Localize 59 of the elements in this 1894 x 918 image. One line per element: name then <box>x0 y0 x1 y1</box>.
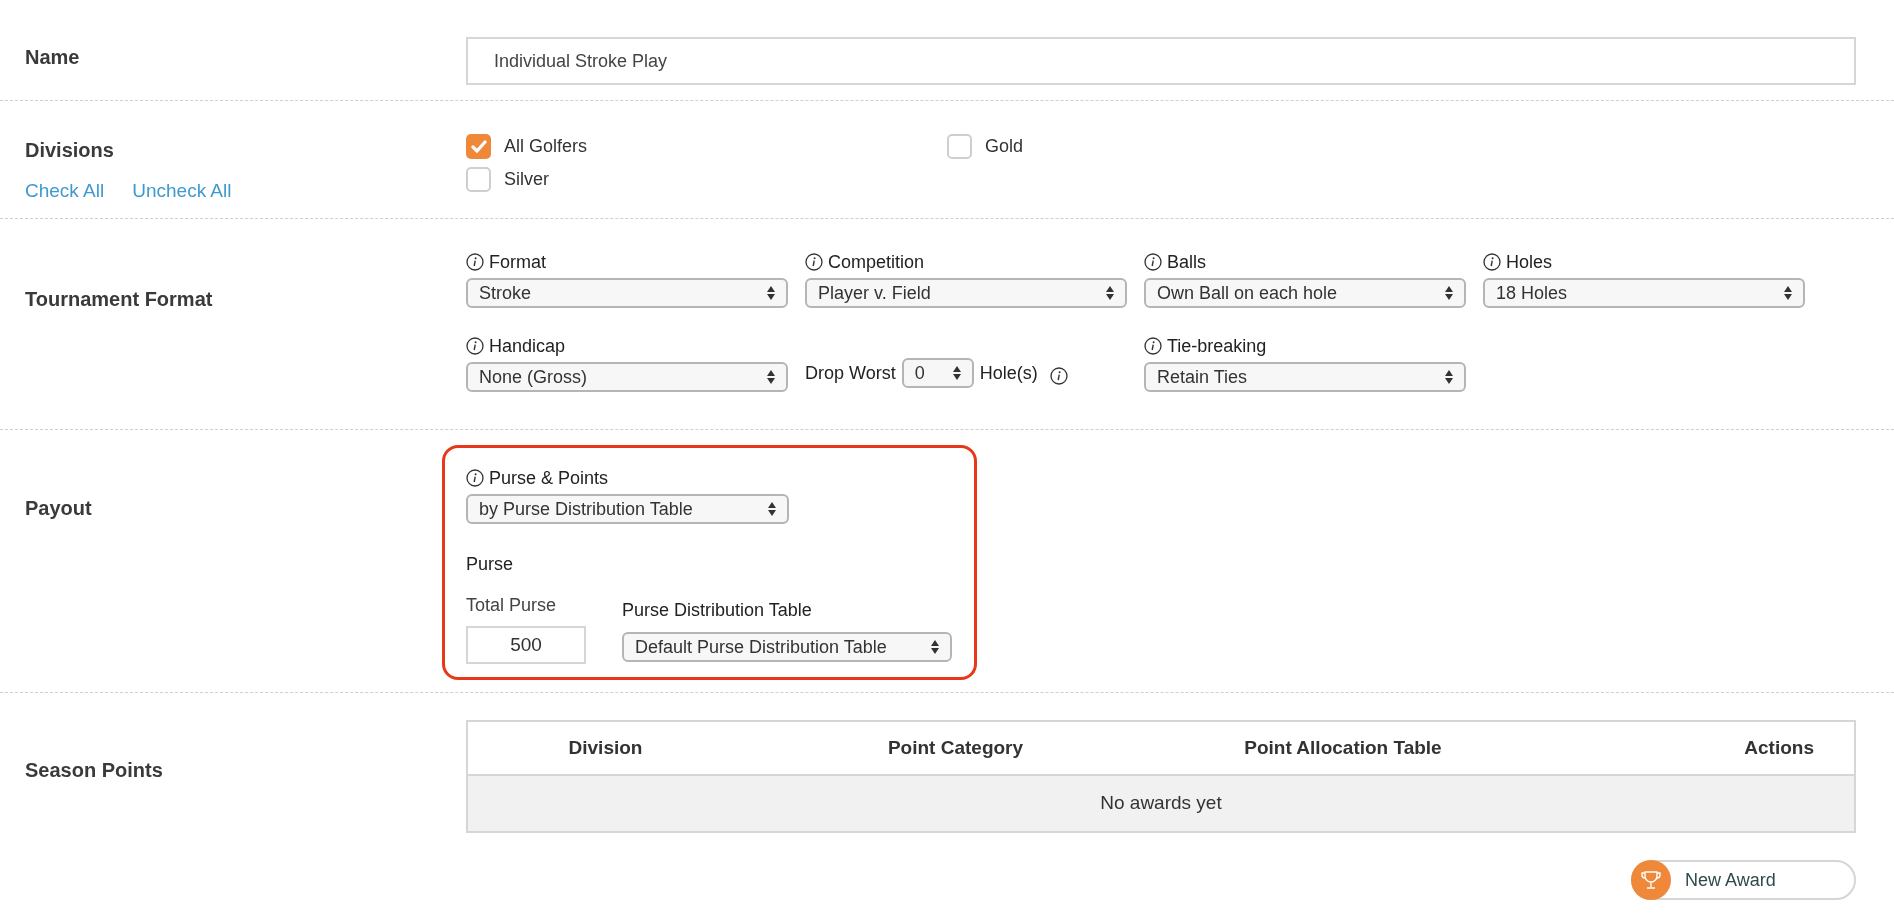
up-down-arrows-icon <box>767 501 777 517</box>
up-down-arrows-icon <box>951 365 962 381</box>
field-label: Purse Distribution Table <box>622 599 813 621</box>
dropdown[interactable]: 18 Holes <box>1483 278 1805 308</box>
number-dropdown[interactable]: 0 <box>901 358 974 388</box>
info-icon[interactable] <box>1144 253 1162 271</box>
column-header: Division <box>567 735 644 760</box>
name-input[interactable]: Individual Stroke Play <box>466 37 1856 85</box>
checkbox[interactable] <box>947 134 972 159</box>
dropdown[interactable]: Own Ball on each hole <box>1144 278 1466 308</box>
trophy-icon <box>1631 860 1671 900</box>
up-down-arrows-icon <box>930 639 940 655</box>
field-label: Hole(s) <box>979 361 1038 385</box>
field-label: Handicap <box>489 334 566 358</box>
info-icon[interactable] <box>1144 337 1162 355</box>
checkmark-icon <box>470 139 487 154</box>
dropdown[interactable]: by Purse Distribution Table <box>466 494 789 524</box>
field-label: Purse & Points <box>489 466 609 490</box>
checkbox-label: Gold <box>985 135 1024 158</box>
up-down-arrows-icon <box>1783 285 1793 301</box>
section-label: Payout <box>25 496 93 521</box>
field-label: Total Purse <box>466 594 558 616</box>
checkbox[interactable] <box>466 134 491 159</box>
dropdown[interactable]: Stroke <box>466 278 788 308</box>
up-down-arrows-icon <box>1444 285 1454 301</box>
up-down-arrows-icon <box>1105 285 1115 301</box>
field-label: Drop Worst <box>805 361 896 385</box>
section-label: Tournament Format <box>25 287 214 312</box>
new-award-button[interactable]: New Award <box>1631 860 1856 900</box>
empty-message: No awards yet <box>1100 791 1222 816</box>
up-down-arrows-icon <box>1444 369 1454 385</box>
checkbox[interactable] <box>466 167 491 192</box>
dropdown[interactable]: Retain Ties <box>1144 362 1466 392</box>
info-icon[interactable] <box>466 253 484 271</box>
field-label: Format <box>489 250 546 274</box>
info-icon[interactable] <box>466 337 484 355</box>
info-icon[interactable] <box>1049 367 1068 385</box>
dropdown[interactable]: Player v. Field <box>805 278 1127 308</box>
total-purse-input[interactable]: 500 <box>466 626 586 664</box>
subheading: Purse <box>466 553 515 576</box>
checkbox-label: All Golfers <box>504 135 588 158</box>
info-icon[interactable] <box>1483 253 1501 271</box>
column-header: Point Category <box>886 735 1025 760</box>
up-down-arrows-icon <box>766 369 776 385</box>
column-header: Actions <box>1743 735 1815 760</box>
info-icon[interactable] <box>805 253 823 271</box>
dropdown[interactable]: Default Purse Distribution Table <box>622 632 952 662</box>
info-icon[interactable] <box>466 469 484 487</box>
field-label: Balls <box>1167 250 1206 274</box>
section-label: Divisions <box>25 138 115 163</box>
section-label: Name <box>25 45 81 70</box>
section-label: Season Points <box>25 758 164 783</box>
up-down-arrows-icon <box>766 285 776 301</box>
field-label: Holes <box>1506 250 1553 274</box>
column-header: Point Allocation Table <box>1243 735 1443 760</box>
field-label: Tie-breaking <box>1167 334 1267 358</box>
checkbox-label: Silver <box>504 168 549 191</box>
field-label: Competition <box>828 250 925 274</box>
dropdown[interactable]: None (Gross) <box>466 362 788 392</box>
